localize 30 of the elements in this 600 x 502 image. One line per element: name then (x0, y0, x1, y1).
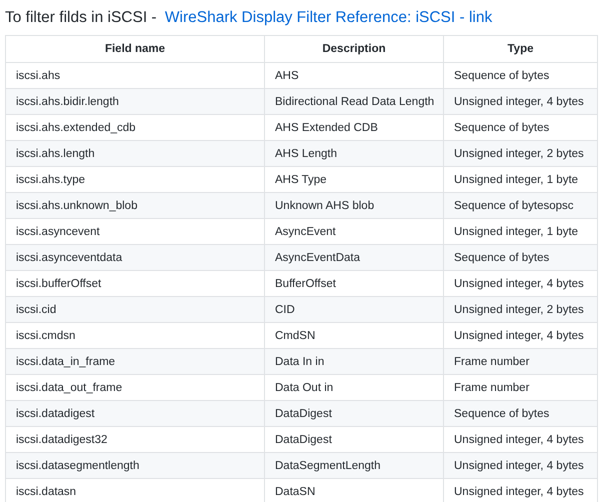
table-cell: Frame number (444, 348, 598, 374)
table-cell: iscsi.cid (6, 296, 264, 322)
table-cell: Bidirectional Read Data Length (264, 88, 444, 114)
table-cell: DataSegmentLength (264, 452, 444, 478)
table-cell: Unsigned integer, 2 bytes (444, 140, 598, 166)
table-cell: AHS Length (264, 140, 444, 166)
table-cell: Sequence of bytes (444, 244, 598, 270)
table-cell: iscsi.asynceventdata (6, 244, 264, 270)
table-cell: Data In in (264, 348, 444, 374)
table-cell: iscsi.datasn (6, 478, 264, 502)
table-cell: Unknown AHS blob (264, 192, 444, 218)
table-cell: iscsi.ahs.unknown_blob (6, 192, 264, 218)
table-cell: Unsigned integer, 4 bytes (444, 88, 598, 114)
column-header: Field name (6, 36, 264, 62)
table-cell: Sequence of bytes (444, 400, 598, 426)
table-cell: AsyncEventData (264, 244, 444, 270)
table-cell: iscsi.data_in_frame (6, 348, 264, 374)
column-header: Type (444, 36, 598, 62)
table-cell: Unsigned integer, 2 bytes (444, 296, 598, 322)
table-cell: iscsi.datadigest (6, 400, 264, 426)
table-cell: DataDigest (264, 400, 444, 426)
table-cell: iscsi.ahs.bidir.length (6, 88, 264, 114)
table-cell: Unsigned integer, 4 bytes (444, 452, 598, 478)
heading-text: To filter filds in iSCSI - (5, 8, 158, 26)
table-cell: iscsi.ahs.length (6, 140, 264, 166)
table-cell: Sequence of bytesopsc (444, 192, 598, 218)
table-cell: CID (264, 296, 444, 322)
table-cell: iscsi.datasegmentlength (6, 452, 264, 478)
reference-link[interactable]: WireShark Display Filter Reference: iSCSI - link (164, 8, 492, 26)
column-header: Description (264, 36, 444, 62)
